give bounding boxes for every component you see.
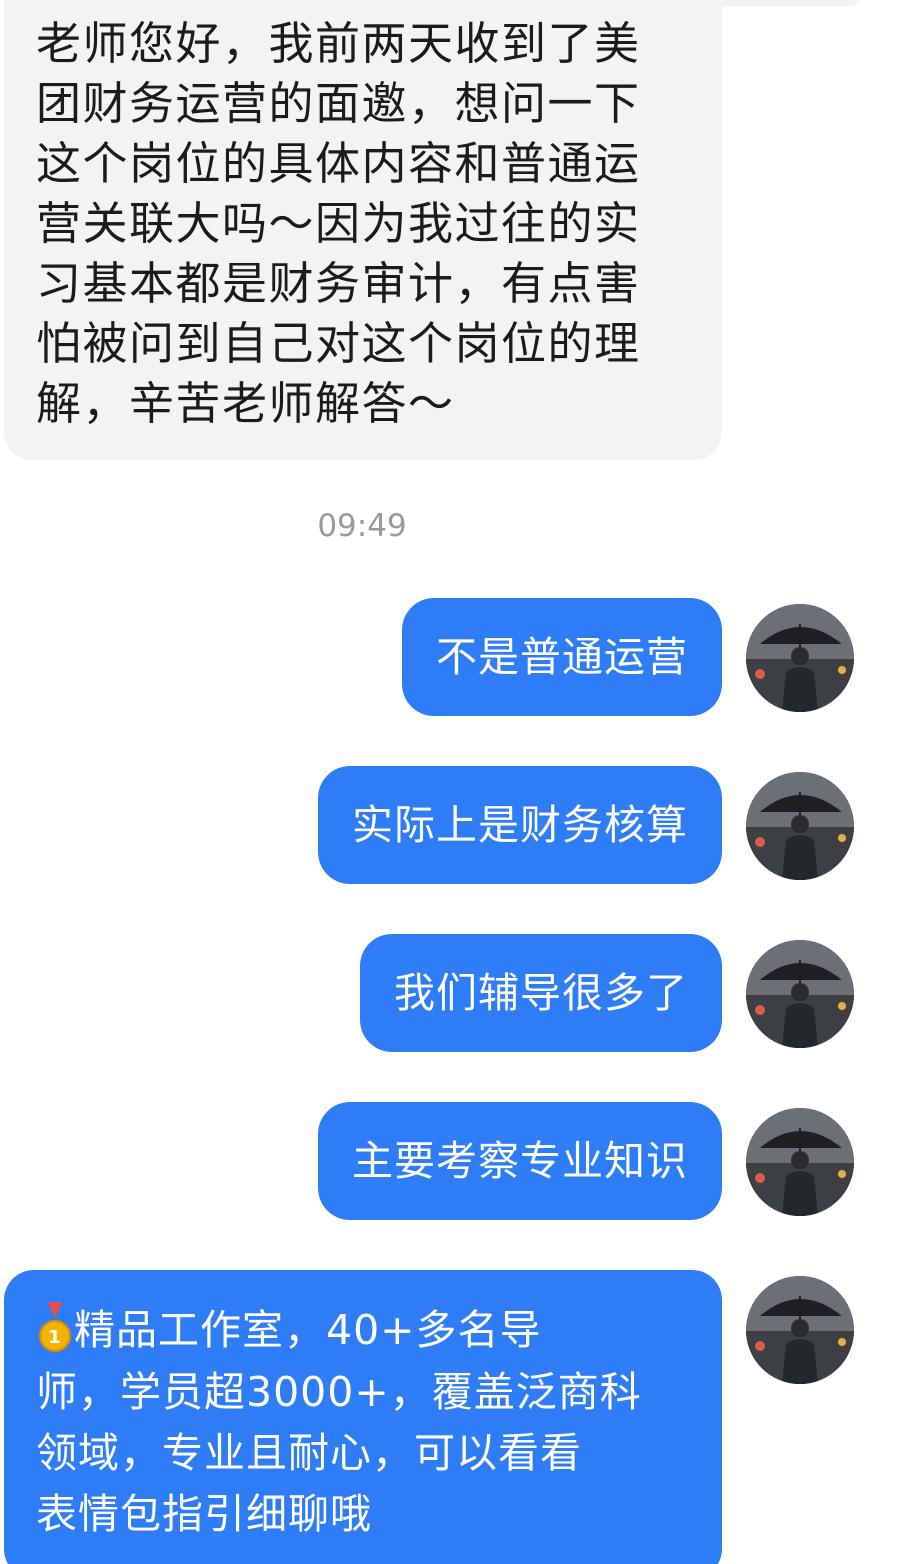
message-line: 怕被问到自己对这个岗位的理 [36, 317, 641, 370]
avatar[interactable] [746, 604, 854, 712]
incoming-message-bubble[interactable]: 老师您好，我前两天收到了美 团财务运营的面邀，想问一下 这个岗位的具体内容和普通… [4, 0, 722, 460]
message-line: 老师您好，我前两天收到了美 [36, 17, 641, 70]
message-line: 领域，专业且耐心，可以看看 [36, 1429, 582, 1477]
avatar[interactable] [746, 940, 854, 1048]
message-line: 解，辛苦老师解答～ [36, 377, 455, 430]
outgoing-message-bubble-long[interactable]: 1 精品工作室，40+多名导 师，学员超3000+，覆盖泛商科 领域，专业且耐心… [4, 1270, 722, 1564]
incoming-message-text: 老师您好，我前两天收到了美 团财务运营的面邀，想问一下 这个岗位的具体内容和普通… [36, 14, 676, 434]
avatar[interactable] [746, 1108, 854, 1216]
outgoing-message-bubble[interactable]: 不是普通运营 [402, 598, 722, 716]
outgoing-message-bubble[interactable]: 实际上是财务核算 [318, 766, 722, 884]
message-line: 营关联大吗～因为我过往的实 [36, 197, 641, 250]
message-line: 1 精品工作室，40+多名导 [36, 1300, 692, 1362]
message-line: 这个岗位的具体内容和普通运 [36, 137, 641, 190]
avatar[interactable] [746, 1276, 854, 1384]
medal-icon: 1 [36, 1301, 74, 1362]
avatar[interactable] [746, 772, 854, 880]
message-line: 表情包指引细聊哦 [36, 1490, 372, 1538]
message-text: 精品工作室，40+多名导 [74, 1306, 542, 1354]
chat-view: 老师您好，我前两天收到了美 团财务运营的面邀，想问一下 这个岗位的具体内容和普通… [0, 0, 902, 1564]
message-line: 师，学员超3000+，覆盖泛商科 [36, 1368, 642, 1416]
outgoing-message-bubble[interactable]: 主要考察专业知识 [318, 1102, 722, 1220]
message-line: 团财务运营的面邀，想问一下 [36, 77, 641, 130]
message-line: 习基本都是财务审计，有点害 [36, 257, 641, 310]
svg-text:1: 1 [48, 1327, 62, 1348]
message-timestamp: 09:49 [317, 508, 407, 544]
outgoing-message-bubble[interactable]: 我们辅导很多了 [360, 934, 722, 1052]
